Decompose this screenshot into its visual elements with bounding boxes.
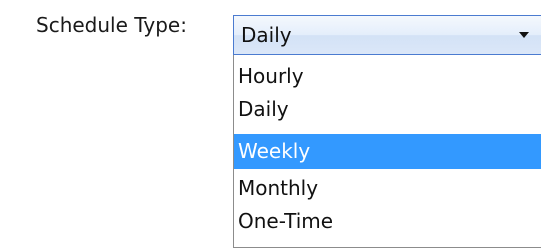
schedule-type-dropdown[interactable]: Daily [233,15,541,55]
chevron-down-icon[interactable] [519,32,529,38]
option-daily[interactable]: Daily [234,93,541,126]
schedule-type-selected-value: Daily [241,23,292,47]
option-hourly[interactable]: Hourly [234,60,541,93]
schedule-type-form: Schedule Type: Daily Hourly Daily Weekly… [0,0,541,248]
option-one-time[interactable]: One-Time [234,205,541,238]
option-weekly[interactable]: Weekly [234,134,541,169]
schedule-type-label: Schedule Type: [36,13,187,37]
option-monthly[interactable]: Monthly [234,172,541,205]
schedule-type-options-list[interactable]: Hourly Daily Weekly Monthly One-Time [233,55,541,248]
